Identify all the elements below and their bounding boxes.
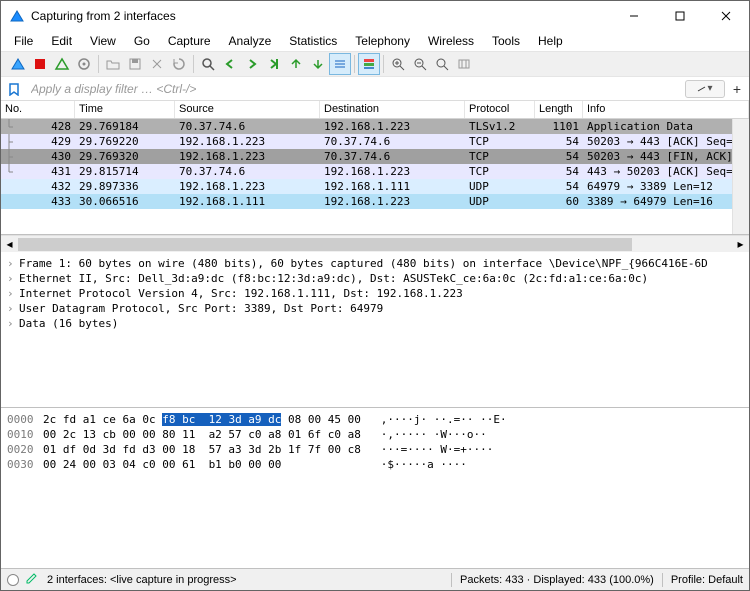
minimize-button[interactable] — [611, 1, 657, 31]
packet-list-pane: No. Time Source Destination Protocol Len… — [1, 101, 749, 235]
status-separator — [662, 573, 663, 587]
packet-details-pane[interactable]: ›Frame 1: 60 bytes on wire (480 bits), 6… — [1, 252, 749, 408]
reload-button[interactable] — [168, 53, 190, 75]
col-no[interactable]: No. — [1, 101, 75, 118]
filter-add-button[interactable]: + — [729, 80, 745, 98]
bookmark-icon[interactable] — [5, 80, 23, 98]
expert-info-button[interactable] — [7, 574, 19, 586]
related-packet-icon — [1, 119, 15, 134]
toolbar-separator — [193, 55, 194, 73]
status-left: 2 interfaces: <live capture in progress> — [47, 574, 443, 586]
packet-row[interactable]: 42929.769220192.168.1.22370.37.74.6TCP54… — [1, 134, 749, 149]
status-separator — [451, 573, 452, 587]
menu-statistics[interactable]: Statistics — [282, 32, 344, 50]
display-filter-input[interactable] — [27, 80, 681, 98]
stop-capture-button[interactable] — [29, 53, 51, 75]
resize-columns-button[interactable] — [453, 53, 475, 75]
detail-line[interactable]: Frame 1: 60 bytes on wire (480 bits), 60… — [19, 257, 708, 270]
horizontal-scrollbar[interactable]: ◂ ▸ — [1, 235, 749, 252]
colorize-button[interactable] — [358, 53, 380, 75]
toolbar-separator — [354, 55, 355, 73]
packet-row[interactable]: 43330.066516192.168.1.111192.168.1.223UD… — [1, 194, 749, 209]
app-icon — [9, 8, 25, 24]
col-protocol[interactable]: Protocol — [465, 101, 535, 118]
vertical-scrollbar[interactable] — [732, 119, 749, 234]
detail-line[interactable]: Data (16 bytes) — [19, 317, 118, 330]
detail-line[interactable]: User Datagram Protocol, Src Port: 3389, … — [19, 302, 383, 315]
toolbar-separator — [98, 55, 99, 73]
col-info[interactable]: Info — [583, 101, 749, 118]
related-packet-icon — [1, 164, 15, 179]
related-packet-icon — [1, 149, 15, 164]
expand-icon[interactable]: › — [7, 317, 19, 330]
go-to-packet-button[interactable] — [263, 53, 285, 75]
maximize-button[interactable] — [657, 1, 703, 31]
go-back-button[interactable] — [219, 53, 241, 75]
detail-line[interactable]: Internet Protocol Version 4, Src: 192.16… — [19, 287, 463, 300]
col-time[interactable]: Time — [75, 101, 175, 118]
titlebar: Capturing from 2 interfaces — [1, 1, 749, 31]
go-forward-button[interactable] — [241, 53, 263, 75]
packet-row[interactable]: 42829.76918470.37.74.6192.168.1.223TLSv1… — [1, 119, 749, 134]
menu-telephony[interactable]: Telephony — [348, 32, 417, 50]
packet-row[interactable]: 43029.769320192.168.1.22370.37.74.6TCP54… — [1, 149, 749, 164]
packet-row[interactable]: 43129.81571470.37.74.6192.168.1.223TCP54… — [1, 164, 749, 179]
related-packet-icon — [1, 134, 15, 149]
expand-icon[interactable]: › — [7, 302, 19, 315]
save-file-button[interactable] — [124, 53, 146, 75]
filter-bar: ▾ + — [1, 77, 749, 101]
edit-capture-comment-icon[interactable] — [25, 571, 39, 588]
status-profile[interactable]: Profile: Default — [671, 574, 743, 586]
toolbar — [1, 51, 749, 77]
filter-expression-button[interactable]: ▾ — [685, 80, 725, 98]
close-file-button[interactable] — [146, 53, 168, 75]
menu-help[interactable]: Help — [531, 32, 570, 50]
start-capture-button[interactable] — [7, 53, 29, 75]
col-source[interactable]: Source — [175, 101, 320, 118]
detail-line[interactable]: Ethernet II, Src: Dell_3d:a9:dc (f8:bc:1… — [19, 272, 648, 285]
menu-wireless[interactable]: Wireless — [421, 32, 481, 50]
col-destination[interactable]: Destination — [320, 101, 465, 118]
menubar: File Edit View Go Capture Analyze Statis… — [1, 31, 749, 51]
capture-options-button[interactable] — [73, 53, 95, 75]
status-packets: Packets: 433 · Displayed: 433 (100.0%) — [460, 574, 654, 586]
go-first-button[interactable] — [285, 53, 307, 75]
auto-scroll-button[interactable] — [329, 53, 351, 75]
close-button[interactable] — [703, 1, 749, 31]
zoom-in-button[interactable] — [387, 53, 409, 75]
menu-view[interactable]: View — [83, 32, 123, 50]
expand-icon[interactable]: › — [7, 272, 19, 285]
window-title: Capturing from 2 interfaces — [31, 9, 611, 23]
scroll-left-button[interactable]: ◂ — [1, 236, 18, 253]
menu-edit[interactable]: Edit — [44, 32, 79, 50]
expand-icon[interactable]: › — [7, 287, 19, 300]
zoom-reset-button[interactable] — [431, 53, 453, 75]
restart-capture-button[interactable] — [51, 53, 73, 75]
packet-bytes-pane[interactable]: 00002c fd a1 ce 6a 0c f8 bc 12 3d a9 dc … — [1, 408, 749, 568]
menu-analyze[interactable]: Analyze — [222, 32, 279, 50]
toolbar-separator — [383, 55, 384, 73]
packet-row[interactable]: 43229.897336192.168.1.223192.168.1.111UD… — [1, 179, 749, 194]
statusbar: 2 interfaces: <live capture in progress>… — [1, 568, 749, 590]
col-length[interactable]: Length — [535, 101, 583, 118]
related-packet-icon — [1, 179, 15, 194]
menu-file[interactable]: File — [7, 32, 40, 50]
menu-tools[interactable]: Tools — [485, 32, 527, 50]
zoom-out-button[interactable] — [409, 53, 431, 75]
scroll-right-button[interactable]: ▸ — [732, 236, 749, 253]
open-file-button[interactable] — [102, 53, 124, 75]
packet-list-header: No. Time Source Destination Protocol Len… — [1, 101, 749, 119]
related-packet-icon — [1, 194, 15, 209]
window-controls — [611, 1, 749, 31]
main-window: Capturing from 2 interfaces File Edit Vi… — [0, 0, 750, 591]
packet-list-body[interactable]: 42829.76918470.37.74.6192.168.1.223TLSv1… — [1, 119, 749, 209]
expand-icon[interactable]: › — [7, 257, 19, 270]
find-packet-button[interactable] — [197, 53, 219, 75]
go-last-button[interactable] — [307, 53, 329, 75]
menu-go[interactable]: Go — [127, 32, 157, 50]
menu-capture[interactable]: Capture — [161, 32, 218, 50]
